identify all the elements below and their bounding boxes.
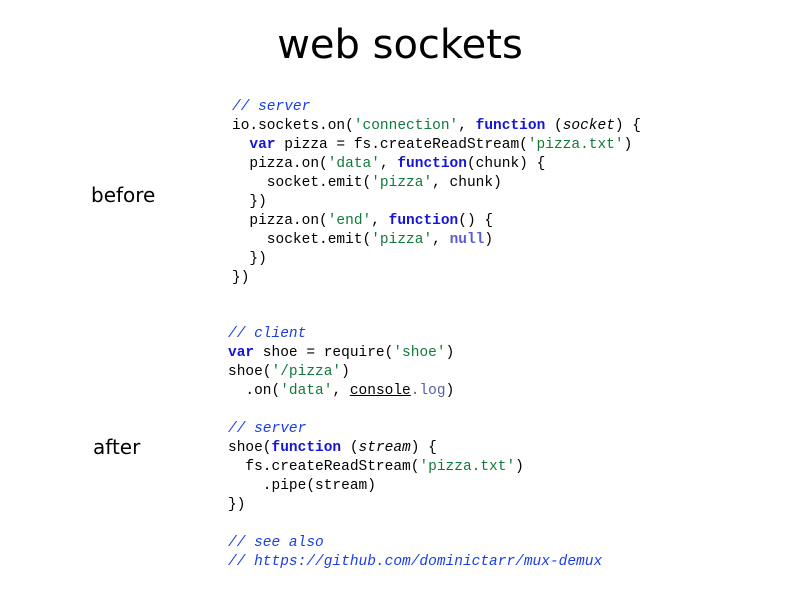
code-comment-link: // https://github.com/dominictarr/mux-de… bbox=[228, 554, 603, 570]
after-code-block: // client var shoe = require('shoe') sho… bbox=[228, 326, 603, 570]
code-comment: // client bbox=[228, 326, 307, 342]
code-comment: // server bbox=[232, 99, 311, 115]
slide-title: web sockets bbox=[277, 22, 523, 68]
code-comment: // see also bbox=[228, 535, 324, 551]
after-label: after bbox=[93, 435, 141, 459]
before-code-block: // server io.sockets.on('connection', fu… bbox=[232, 99, 642, 286]
before-label: before bbox=[91, 183, 156, 207]
code-comment: // server bbox=[228, 421, 307, 437]
